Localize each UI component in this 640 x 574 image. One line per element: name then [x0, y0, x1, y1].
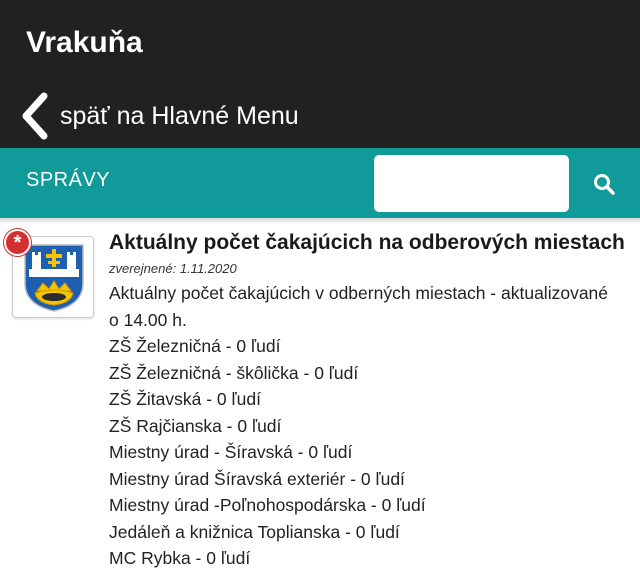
top-app-bar: Vrakuňa späť na Hlavné Menu — [0, 0, 640, 148]
article-content: Aktuálny počet čakajúcich na odberových … — [109, 230, 634, 572]
back-to-main-menu-link[interactable]: späť na Hlavné Menu — [18, 92, 299, 140]
bar-shadow — [0, 218, 640, 224]
article-line: Miestny úrad - Šíravská - 0 ľudí — [109, 442, 353, 462]
article-line: ZŠ Rajčianska - 0 ľudí — [109, 415, 282, 436]
article-body: Aktuálny počet čakajúcich v odberných mi… — [109, 280, 634, 572]
article-line: Aktuálny počet čakajúcich v odberných mi… — [109, 283, 609, 303]
article-line: Miestny úrad -Poľnohospodárska - 0 ľudí — [109, 495, 426, 515]
published-prefix: zverejnené: — [109, 261, 177, 276]
search-input[interactable] — [374, 155, 569, 212]
coat-of-arms-icon — [24, 244, 84, 312]
chevron-left-icon — [22, 92, 48, 140]
article-line: MC Rybka - 0 ľudí — [109, 548, 251, 568]
app-title: Vrakuňa — [26, 26, 143, 59]
search-button[interactable] — [584, 164, 624, 204]
search-icon — [594, 174, 615, 195]
article-line: Miestny úrad Šíravská exteriér - 0 ľudí — [109, 468, 405, 489]
news-section-bar: SPRÁVY — [0, 148, 640, 218]
published-date: zverejnené: 1.11.2020 — [109, 260, 634, 278]
article-title[interactable]: Aktuálny počet čakajúcich na odberových … — [109, 230, 634, 256]
section-title: SPRÁVY — [26, 169, 111, 191]
news-article[interactable]: * Aktuálny počet čakajúcich na odberovýc… — [0, 226, 640, 574]
article-line: ZŠ Žitavská - 0 ľudí — [109, 389, 261, 409]
article-line: ZŠ Železničná - škôlička - 0 ľudí — [109, 362, 359, 383]
article-line: o 14.00 h. — [109, 309, 187, 330]
back-link-label: späť na Hlavné Menu — [60, 101, 299, 130]
article-line: ZŠ Železničná - 0 ľudí — [109, 336, 281, 356]
published-value: 1.11.2020 — [179, 261, 237, 276]
article-line: Jedáleň a knižnica Toplianska - 0 ľudí — [109, 521, 400, 542]
new-badge: * — [4, 229, 31, 256]
